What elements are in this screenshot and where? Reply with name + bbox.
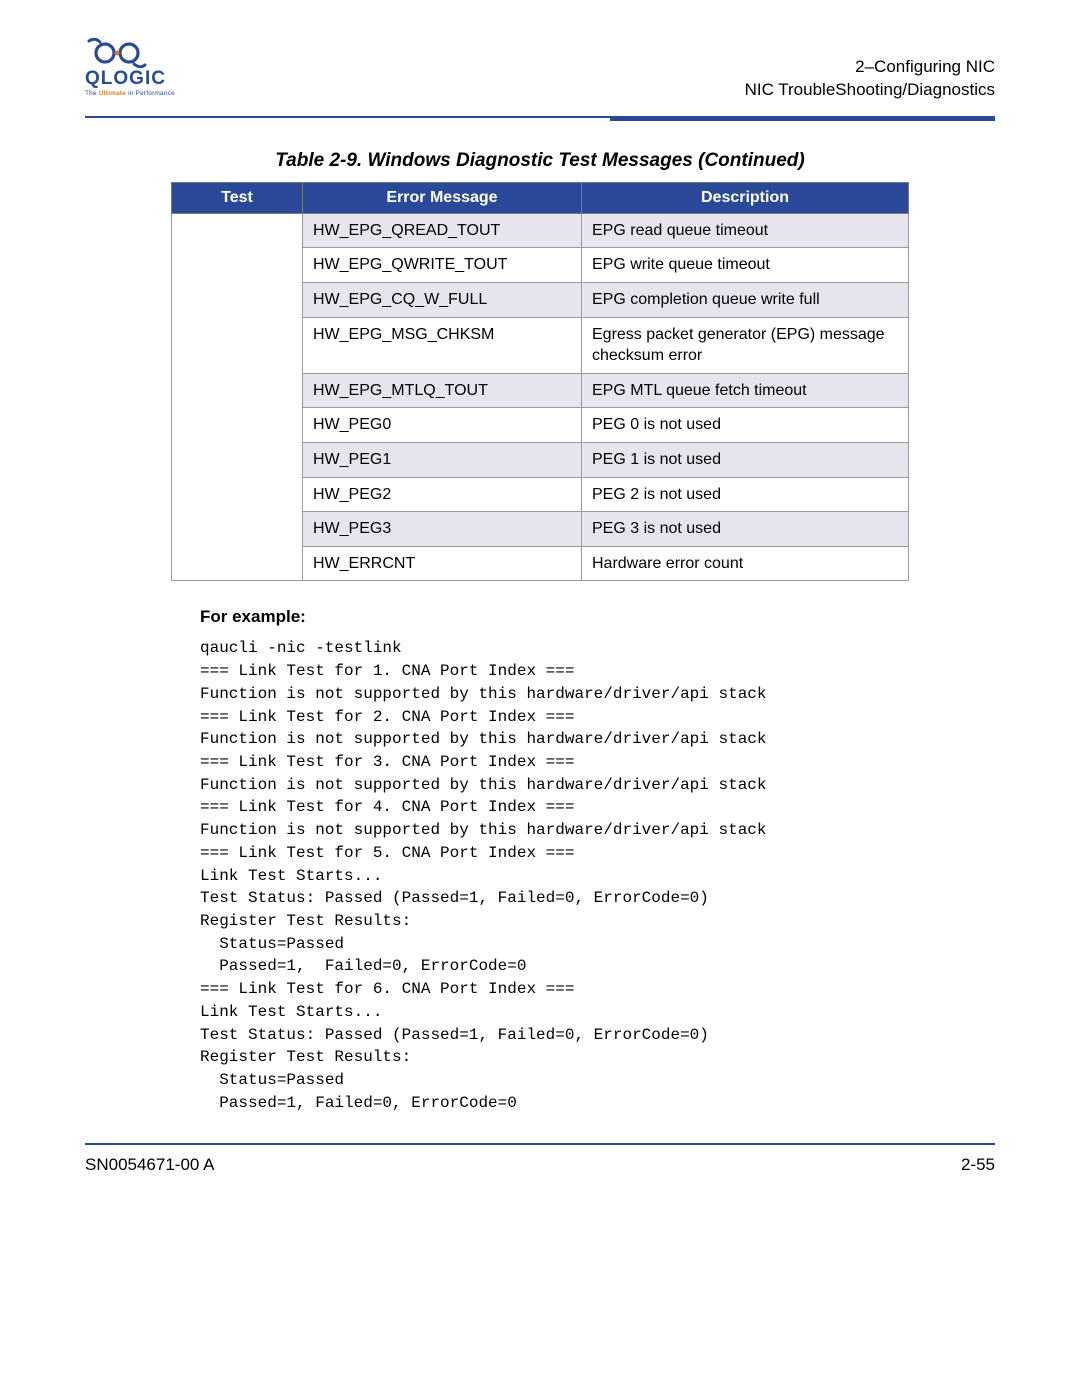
example-label: For example: (200, 607, 995, 627)
cell-error: HW_PEG0 (303, 408, 582, 443)
cell-desc: Egress packet generator (EPG) message ch… (582, 317, 909, 373)
cell-test (172, 373, 303, 408)
header-section: NIC TroubleShooting/Diagnostics (745, 79, 995, 102)
cell-error: HW_EPG_CQ_W_FULL (303, 283, 582, 318)
table-row: HW_EPG_QWRITE_TOUT EPG write queue timeo… (172, 248, 909, 283)
footer-docid: SN0054671-00 A (85, 1155, 215, 1175)
logo-block: QLOGIC The Ultimate in Performance (85, 38, 175, 97)
cell-error: HW_PEG1 (303, 443, 582, 478)
qlogic-logo-icon (85, 38, 163, 68)
cell-desc: Hardware error count (582, 546, 909, 581)
table-row: HW_ERRCNT Hardware error count (172, 546, 909, 581)
table-caption: Table 2-9. Windows Diagnostic Test Messa… (85, 150, 995, 172)
logo-tagline: The Ultimate in Performance (85, 90, 175, 97)
header-rule (85, 116, 995, 118)
table-row: HW_EPG_CQ_W_FULL EPG completion queue wr… (172, 283, 909, 318)
table-row: HW_PEG1 PEG 1 is not used (172, 443, 909, 478)
th-error: Error Message (303, 182, 582, 213)
cell-desc: EPG MTL queue fetch timeout (582, 373, 909, 408)
cell-test (172, 283, 303, 318)
page-footer: SN0054671-00 A 2-55 (85, 1145, 995, 1175)
table-row: HW_EPG_QREAD_TOUT EPG read queue timeout (172, 213, 909, 248)
tagline-prefix: The (85, 90, 99, 97)
page: QLOGIC The Ultimate in Performance 2–Con… (0, 0, 1080, 1397)
cell-error: HW_EPG_QREAD_TOUT (303, 213, 582, 248)
table-row: HW_PEG2 PEG 2 is not used (172, 477, 909, 512)
tagline-suffix: in Performance (126, 90, 175, 97)
cell-test (172, 248, 303, 283)
table-row: HW_EPG_MSG_CHKSM Egress packet generator… (172, 317, 909, 373)
cell-error: HW_EPG_MSG_CHKSM (303, 317, 582, 373)
cell-desc: EPG read queue timeout (582, 213, 909, 248)
cell-desc: PEG 3 is not used (582, 512, 909, 547)
table-row: HW_PEG3 PEG 3 is not used (172, 512, 909, 547)
header-chapter: 2–Configuring NIC (745, 56, 995, 79)
th-desc: Description (582, 182, 909, 213)
table-header-row: Test Error Message Description (172, 182, 909, 213)
th-test: Test (172, 182, 303, 213)
cell-error: HW_PEG3 (303, 512, 582, 547)
cell-desc: PEG 1 is not used (582, 443, 909, 478)
table-row: HW_EPG_MTLQ_TOUT EPG MTL queue fetch tim… (172, 373, 909, 408)
example-output: qaucli -nic -testlink === Link Test for … (200, 637, 995, 1114)
cell-error: HW_EPG_QWRITE_TOUT (303, 248, 582, 283)
diagnostic-table: Test Error Message Description HW_EPG_QR… (171, 182, 909, 582)
cell-error: HW_PEG2 (303, 477, 582, 512)
logo-name: QLOGIC (85, 68, 175, 90)
page-header: QLOGIC The Ultimate in Performance 2–Con… (85, 38, 995, 114)
cell-test (172, 317, 303, 373)
cell-test (172, 408, 303, 443)
cell-desc: EPG write queue timeout (582, 248, 909, 283)
footer-pagenum: 2-55 (961, 1155, 995, 1175)
header-context: 2–Configuring NIC NIC TroubleShooting/Di… (745, 56, 995, 102)
cell-test (172, 443, 303, 478)
cell-test (172, 213, 303, 248)
cell-desc: PEG 0 is not used (582, 408, 909, 443)
cell-test (172, 477, 303, 512)
cell-error: HW_ERRCNT (303, 546, 582, 581)
cell-desc: PEG 2 is not used (582, 477, 909, 512)
cell-test (172, 512, 303, 547)
tagline-highlight: Ultimate (99, 90, 126, 97)
cell-test (172, 546, 303, 581)
table-row: HW_PEG0 PEG 0 is not used (172, 408, 909, 443)
cell-error: HW_EPG_MTLQ_TOUT (303, 373, 582, 408)
cell-desc: EPG completion queue write full (582, 283, 909, 318)
